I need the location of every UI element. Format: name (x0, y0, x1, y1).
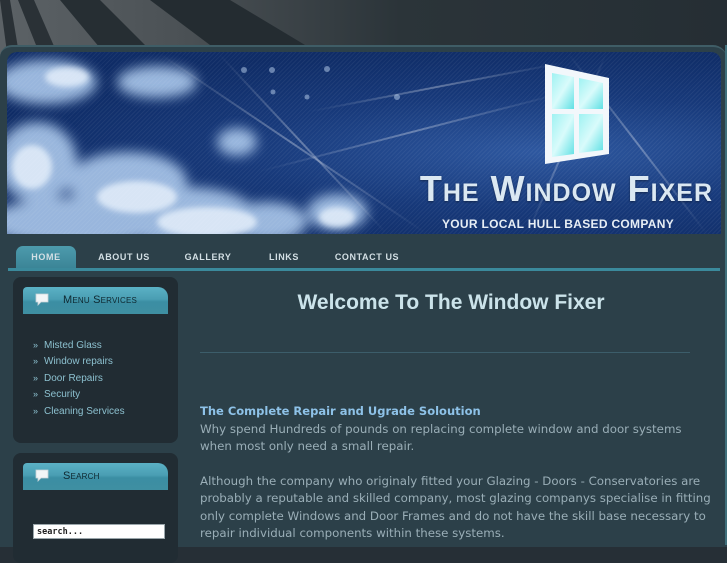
header-banner: The Window Fixer YOUR LOCAL HULL BASED C… (7, 52, 721, 234)
search-input[interactable] (33, 524, 165, 539)
double-chevron-right-icon: » (33, 372, 39, 383)
menu-services-title: Menu Services (63, 294, 138, 306)
nav-links[interactable]: LINKS (264, 246, 304, 268)
menu-item-label: Misted Glass (44, 340, 102, 351)
search-header: Search (23, 463, 168, 490)
search-title: Search (63, 470, 100, 482)
menu-item-door-repairs[interactable]: » Door Repairs (33, 370, 125, 386)
menu-item-label: Cleaning Services (44, 405, 125, 417)
menu-services-box: Menu Services » Misted Glass » Window repa… (13, 277, 178, 443)
main-nav: HOME ABOUT US GALLERY LINKS CONTACT US (8, 244, 720, 271)
nav-home[interactable]: HOME (16, 246, 76, 268)
page-title: Welcome To The Window Fixer (297, 291, 605, 314)
double-chevron-right-icon: » (33, 356, 39, 367)
nav-about-us[interactable]: ABOUT US (92, 246, 156, 268)
double-chevron-right-icon: » (33, 340, 39, 350)
menu-item-window-repairs[interactable]: » Window repairs (33, 353, 125, 369)
body-paragraph: Although the company who originaly fitte… (200, 474, 711, 541)
speech-bubble-icon (35, 469, 49, 482)
speech-bubble-icon (35, 293, 49, 306)
menu-item-misted-glass[interactable]: » Misted Glass (33, 337, 125, 353)
menu-item-label: Door Repairs (44, 372, 103, 384)
menu-item-security[interactable]: » Security (33, 386, 125, 402)
content-divider (200, 352, 690, 353)
menu-item-label: Security (44, 389, 81, 401)
services-menu: » Misted Glass » Window repairs » Door Repa… (33, 337, 125, 419)
menu-services-header: Menu Services (23, 287, 168, 314)
window-icon (545, 64, 609, 164)
search-box: Search (13, 453, 178, 563)
nav-gallery[interactable]: GALLERY (180, 246, 236, 268)
double-chevron-right-icon: » (33, 405, 39, 416)
site-title: The Window Fixer (419, 168, 713, 209)
double-chevron-right-icon: » (33, 389, 39, 400)
menu-item-label: Window repairs (44, 356, 113, 368)
site-tagline: YOUR LOCAL HULL BASED COMPANY (441, 217, 674, 231)
intro-paragraph: Why spend Hundreds of pounds on replacin… (200, 422, 682, 454)
menu-item-cleaning-services[interactable]: » Cleaning Services (33, 403, 125, 419)
nav-contact-us[interactable]: CONTACT US (332, 246, 402, 268)
section-subheading: The Complete Repair and Ugrade Soloution (200, 404, 481, 418)
